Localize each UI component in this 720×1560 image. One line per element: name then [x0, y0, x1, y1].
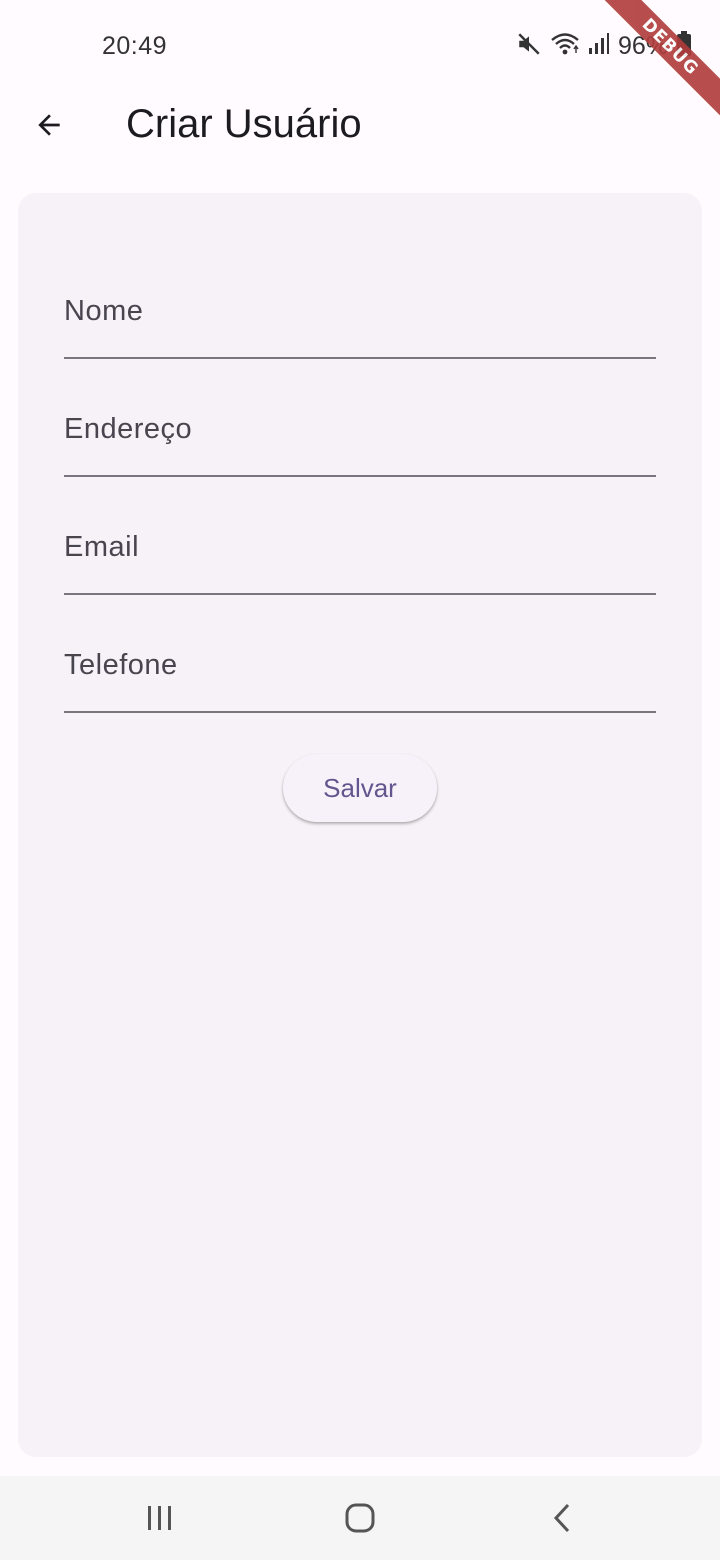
recent-apps-button[interactable] [130, 1490, 190, 1550]
back-button[interactable] [22, 100, 76, 154]
status-icons: 96% [516, 30, 692, 62]
home-button[interactable] [330, 1490, 390, 1550]
arrow-back-icon [33, 109, 65, 146]
battery-icon [676, 30, 692, 62]
address-field[interactable]: Endereço [64, 395, 656, 477]
home-icon [344, 1502, 376, 1539]
form-card: Nome Endereço Email Telefone Salvar [18, 193, 702, 1457]
system-nav-bar [0, 1476, 720, 1560]
system-back-button[interactable] [532, 1490, 592, 1550]
name-input[interactable] [64, 317, 656, 357]
phone-field[interactable]: Telefone [64, 631, 656, 713]
recent-apps-icon [145, 1504, 175, 1537]
status-time: 20:49 [102, 32, 168, 60]
back-icon [550, 1502, 574, 1539]
email-input[interactable] [64, 553, 656, 593]
phone-input[interactable] [64, 671, 656, 711]
address-input[interactable] [64, 435, 656, 475]
save-button[interactable]: Salvar [283, 754, 437, 822]
name-field[interactable]: Nome [64, 277, 656, 359]
page-title: Criar Usuário [126, 102, 362, 146]
mute-icon [516, 31, 542, 62]
battery-percentage: 96% [617, 31, 668, 60]
signal-icon [588, 32, 610, 61]
app-bar: Criar Usuário [0, 92, 720, 162]
status-bar: 20:49 96% [0, 0, 720, 92]
email-field[interactable]: Email [64, 513, 656, 595]
wifi-icon [550, 31, 580, 62]
